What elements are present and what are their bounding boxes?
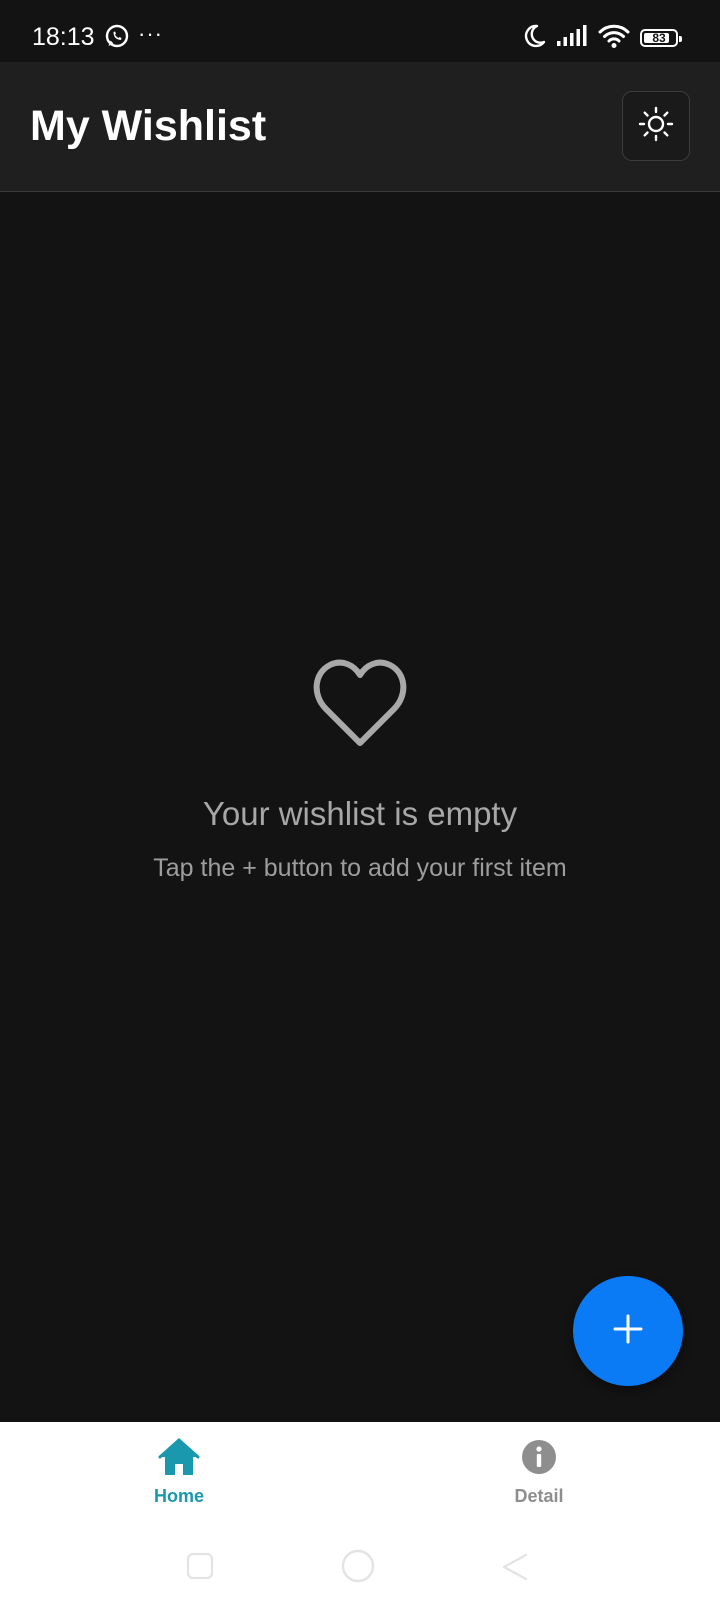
theme-toggle-button[interactable] xyxy=(622,91,690,161)
system-nav-bar xyxy=(0,1534,720,1600)
home-icon xyxy=(158,1436,200,1478)
screen: 18:13 ··· 83 My Wishlist Your wishlist i… xyxy=(0,0,720,1600)
bottom-nav: Home Detail xyxy=(0,1422,720,1534)
whatsapp-icon xyxy=(104,23,130,54)
battery-cap xyxy=(679,36,682,42)
battery-icon: 83 xyxy=(640,29,682,47)
back-icon[interactable] xyxy=(500,1552,528,1582)
status-left-icons: ··· xyxy=(104,21,163,54)
recent-apps-icon[interactable] xyxy=(186,1552,214,1580)
nav-label-home: Home xyxy=(153,1486,204,1506)
empty-state-subtitle: Tap the + button to add your first item xyxy=(153,854,567,882)
plus-icon xyxy=(612,1313,644,1350)
status-right-icons: 83 xyxy=(522,23,682,54)
wifi-icon xyxy=(598,23,630,54)
nav-label-detail: Detail xyxy=(514,1486,564,1506)
empty-state-title: Your wishlist is empty xyxy=(202,795,518,832)
app-bar: My Wishlist xyxy=(0,62,720,192)
status-bar: 18:13 ··· 83 xyxy=(0,0,720,62)
heart-outline-icon xyxy=(310,655,410,749)
moon-icon xyxy=(522,23,546,54)
home-circle-icon[interactable] xyxy=(340,1548,376,1584)
battery-level: 83 xyxy=(652,31,666,45)
main-content: Your wishlist is empty Tap the + button … xyxy=(0,192,720,1422)
page-title: My Wishlist xyxy=(30,102,267,150)
sun-icon xyxy=(638,106,674,147)
more-dots-icon: ··· xyxy=(138,21,163,46)
nav-item-home[interactable]: Home xyxy=(104,1436,254,1520)
status-time: 18:13 xyxy=(32,23,95,51)
add-item-button[interactable] xyxy=(573,1276,683,1386)
info-icon xyxy=(518,1436,560,1478)
signal-icon xyxy=(556,24,588,52)
nav-item-detail[interactable]: Detail xyxy=(464,1436,614,1520)
